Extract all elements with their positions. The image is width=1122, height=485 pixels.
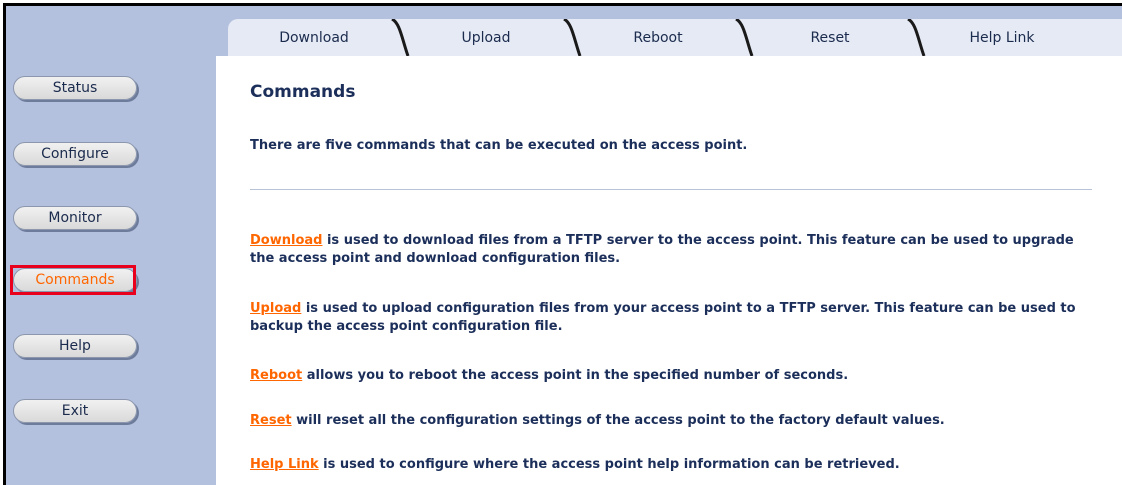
- reset-link[interactable]: Reset: [250, 413, 292, 428]
- reboot-link[interactable]: Reboot: [250, 368, 302, 383]
- sidebar-item-label: Monitor: [48, 210, 102, 226]
- command-text: is used to upload configuration files fr…: [250, 301, 1076, 334]
- command-description: Help Link is used to configure where the…: [250, 456, 1100, 474]
- tab-help-link[interactable]: Help Link: [916, 19, 1088, 56]
- divider: [250, 189, 1092, 190]
- tab-label: Reset: [810, 29, 850, 46]
- active-item-highlight: [10, 265, 136, 295]
- tab-reset[interactable]: Reset: [744, 19, 926, 56]
- tab-label: Upload: [461, 29, 511, 46]
- command-text: will reset all the configuration setting…: [291, 413, 945, 428]
- tab-label: Download: [279, 29, 349, 46]
- command-text: allows you to reboot the access point in…: [302, 368, 849, 383]
- main-content: Commands There are five commands that ca…: [216, 56, 1122, 485]
- tab-label: Reboot: [633, 29, 683, 46]
- command-description: Upload is used to upload configuration f…: [250, 300, 1100, 336]
- sidebar-item-configure[interactable]: Configure: [13, 142, 137, 166]
- sidebar-item-monitor[interactable]: Monitor: [13, 206, 137, 230]
- sidebar-item-status[interactable]: Status: [13, 76, 137, 100]
- command-text: is used to configure where the access po…: [318, 457, 900, 472]
- sidebar-item-label: Help: [59, 338, 91, 354]
- tab-label: Help Link: [969, 29, 1035, 46]
- help-link-link[interactable]: Help Link: [250, 457, 319, 472]
- upload-link[interactable]: Upload: [250, 301, 301, 316]
- command-description: Reboot allows you to reboot the access p…: [250, 367, 1100, 385]
- tab-bar: Download Upload Reboot Reset Help Link: [228, 19, 1122, 56]
- command-text: is used to download files from a TFTP se…: [250, 233, 1074, 266]
- sidebar-item-exit[interactable]: Exit: [13, 399, 137, 423]
- tab-reboot[interactable]: Reboot: [572, 19, 754, 56]
- download-link[interactable]: Download: [250, 233, 322, 248]
- sidebar-item-label: Exit: [61, 403, 89, 419]
- tab-upload[interactable]: Upload: [400, 19, 582, 56]
- sidebar-item-help[interactable]: Help: [13, 334, 137, 358]
- page-title: Commands: [250, 82, 356, 102]
- intro-text: There are five commands that can be exec…: [250, 138, 748, 153]
- command-description: Reset will reset all the configuration s…: [250, 412, 1100, 430]
- command-description: Download is used to download files from …: [250, 232, 1100, 268]
- tab-download[interactable]: Download: [228, 19, 410, 56]
- sidebar-item-label: Status: [52, 80, 98, 96]
- sidebar-item-label: Configure: [41, 146, 109, 162]
